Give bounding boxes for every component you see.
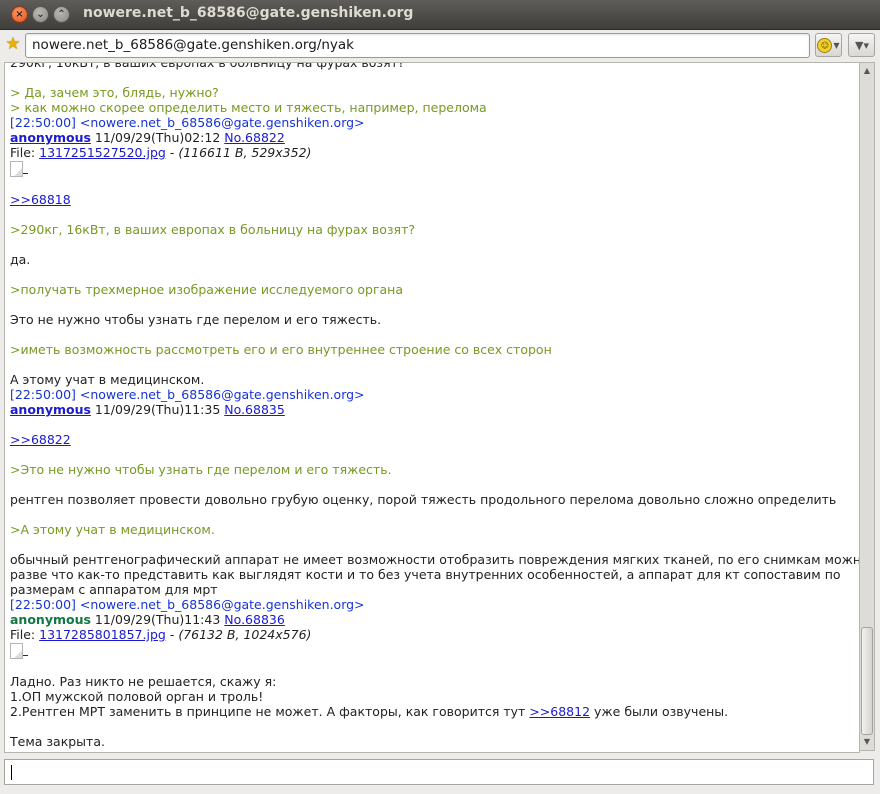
address-text: nowere.net_b_68586@gate.genshiken.org/ny… [32,37,355,53]
file-line: File: 1317285801857.jpg - (76132 B, 1024… [10,627,850,642]
image-thumb-link[interactable] [10,160,850,177]
image-file-icon [10,643,23,659]
star-icon[interactable]: ★ [4,35,22,53]
menu-chevron-icon: ▼▾ [855,38,869,52]
message-text: размерам с аппаратом для мрт [10,582,218,597]
file-label: File: [10,145,36,160]
message-text: Тема закрыта. [10,734,105,749]
post-number-link[interactable]: No.68822 [224,130,285,145]
address-bar[interactable]: nowere.net_b_68586@gate.genshiken.org/ny… [25,33,810,58]
file-info: (116611 B, 529x352) [178,145,312,160]
quote-text: > как можно скорее определить место и тя… [10,100,487,115]
post-header: anonymous 11/09/29(Thu)02:12 No.68822 [10,130,850,145]
post-date: 11/09/29(Thu)11:43 [94,612,221,627]
reply-link[interactable]: >>68822 [10,432,71,447]
poster-name[interactable]: anonymous [10,402,91,417]
quote-text: >Это не нужно чтобы узнать где перелом и… [10,462,392,477]
poster-name: anonymous [10,612,91,627]
minimize-window-button[interactable]: ⌄ [32,6,49,23]
smiley-icon: ☺ [817,37,833,53]
file-link[interactable]: 1317285801857.jpg [39,627,166,642]
window-titlebar: × ⌄ ⌃ nowere.net_b_68586@gate.genshiken.… [0,0,880,30]
timestamp: [22:50:00] <nowere.net_b_68586@gate.gens… [10,387,365,402]
text-cursor [11,765,12,780]
image-file-icon [10,161,23,177]
scroll-up-arrow-icon[interactable]: ▲ [860,64,874,78]
minimize-icon: ⌄ [36,8,45,20]
scrollbar-thumb[interactable] [861,627,873,735]
message-text: разве что как-то представить как выглядя… [10,567,841,582]
maximize-window-button[interactable]: ⌃ [53,6,70,23]
close-icon: × [15,8,24,20]
message-text: 2.Рентген МРТ заменить в принципе не мож… [10,704,526,719]
post-number-link[interactable]: No.68836 [224,612,285,627]
close-window-button[interactable]: × [11,6,28,23]
file-link[interactable]: 1317251527520.jpg [39,145,166,160]
quote-text: >290кг, 16кВт, в ваших европах в больниц… [10,222,415,237]
file-label: File: [10,627,36,642]
scroll-down-arrow-icon[interactable]: ▼ [860,735,874,749]
reply-link[interactable]: >>68812 [529,704,590,719]
message-text: уже были озвучены. [594,704,729,719]
toolbar: ★ nowere.net_b_68586@gate.genshiken.org/… [0,30,880,60]
message-text: да. [10,252,31,267]
message-text: А этому учат в медицинском. [10,372,205,387]
post-date: 11/09/29(Thu)02:12 [94,130,221,145]
message-text: Ладно. Раз никто не решается, скажу я: [10,674,277,689]
message-text: обычный рентгенографический аппарат не и… [10,552,860,567]
timestamp: [22:50:00] <nowere.net_b_68586@gate.gens… [10,115,365,130]
smiley-button[interactable]: ☺ ▼ [815,33,842,57]
chat-log[interactable]: 290кг, 16кВт, в ваших европах в больницу… [4,62,860,753]
menu-button[interactable]: ▼▾ [848,33,875,57]
reply-link[interactable]: >>68818 [10,192,71,207]
quote-text: > Да, зачем это, блядь, нужно? [10,85,219,100]
window-title: nowere.net_b_68586@gate.genshiken.org [83,5,414,21]
quote-text: >получать трехмерное изображение исследу… [10,282,404,297]
message-text: 1.ОП мужской половой орган и троль! [10,689,264,704]
image-thumb-link[interactable] [10,642,850,659]
file-dash: - [169,145,175,160]
post-date: 11/09/29(Thu)11:35 [94,402,221,417]
file-dash: - [169,627,175,642]
post-header: anonymous 11/09/29(Thu)11:35 No.68835 [10,402,850,417]
timestamp: [22:50:00] <nowere.net_b_68586@gate.gens… [10,597,365,612]
message-input[interactable] [4,759,874,785]
message-text: Это не нужно чтобы узнать где перелом и … [10,312,382,327]
chevron-down-icon: ▼ [833,40,840,50]
file-info: (76132 B, 1024x576) [178,627,312,642]
quote-text: >А этому учат в медицинском. [10,522,215,537]
file-line: File: 1317251527520.jpg - (116611 B, 529… [10,145,850,160]
vertical-scrollbar[interactable]: ▲ ▼ [859,62,875,751]
message-line: 2.Рентген МРТ заменить в принципе не мож… [10,704,850,719]
post-header: anonymous 11/09/29(Thu)11:43 No.68836 [10,612,850,627]
post-number-link[interactable]: No.68835 [224,402,285,417]
poster-name[interactable]: anonymous [10,130,91,145]
message-text: рентген позволяет провести довольно груб… [10,492,837,507]
message-text: 290кг, 16кВт, в ваших европах в больницу… [10,62,405,70]
maximize-icon: ⌃ [57,8,66,20]
quote-text: >иметь возможность рассмотреть его и его… [10,342,552,357]
